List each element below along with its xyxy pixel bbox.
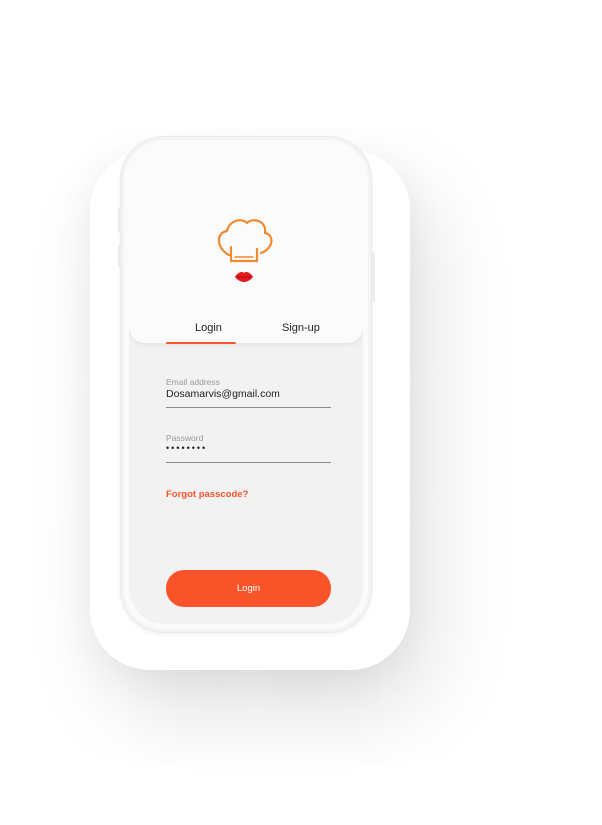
email-field[interactable] xyxy=(166,388,330,400)
side-button-right xyxy=(372,252,375,302)
side-button-left xyxy=(118,207,121,233)
email-label: Email address xyxy=(166,377,220,387)
password-field[interactable] xyxy=(166,443,330,453)
login-button[interactable]: Login xyxy=(166,570,331,607)
password-label: Password xyxy=(166,433,204,443)
tab-signup[interactable]: Sign-up xyxy=(282,322,320,334)
side-button-left xyxy=(118,245,121,267)
chef-hat-lips-logo-icon xyxy=(217,219,273,282)
header-card: Login Sign-up xyxy=(129,145,363,343)
active-tab-indicator xyxy=(166,342,236,344)
tab-login[interactable]: Login xyxy=(195,322,222,334)
forgot-passcode-link[interactable]: Forgot passcode? xyxy=(166,489,248,500)
phone-frame: Login Sign-up Email address Password For… xyxy=(118,136,375,633)
app-screen: Login Sign-up Email address Password For… xyxy=(129,145,363,624)
password-underline xyxy=(166,462,331,463)
stage: Login Sign-up Email address Password For… xyxy=(0,0,602,825)
email-underline xyxy=(166,407,331,408)
